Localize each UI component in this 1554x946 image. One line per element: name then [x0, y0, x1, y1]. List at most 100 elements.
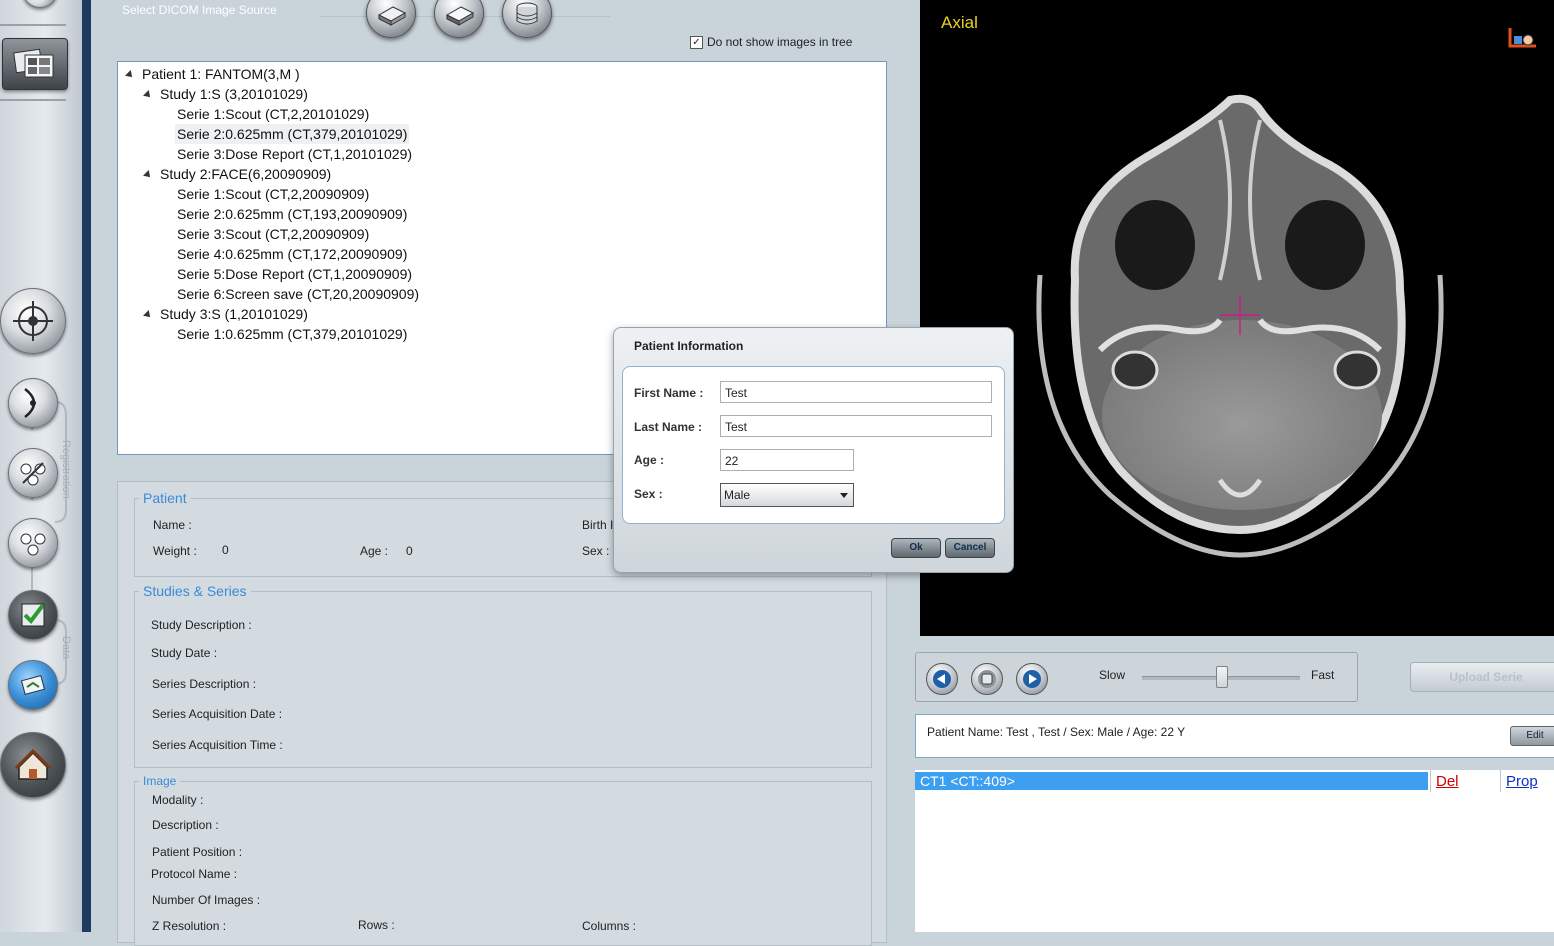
drive-icon: [445, 6, 475, 26]
chevron-down-icon: [840, 493, 848, 498]
series-icon: [20, 675, 46, 695]
description-label: Description :: [152, 818, 219, 832]
age-label: Age :: [634, 453, 664, 467]
patient-summary-text: Patient Name: Test , Test / Sex: Male / …: [927, 725, 1186, 739]
modality-label: Modality :: [152, 793, 204, 807]
study-description-label: Study Description :: [151, 618, 252, 632]
series-acquisition-time-label: Series Acquisition Time :: [152, 738, 283, 752]
protocol-name-label: Protocol Name :: [151, 867, 238, 881]
tree-series-node-selected[interactable]: Serie 2:0.625mm (CT,379,20101029): [175, 124, 410, 144]
tree-series-node[interactable]: Serie 3:Dose Report (CT,1,20101029): [177, 144, 412, 164]
tree-series-node[interactable]: Serie 4:0.625mm (CT,172,20090909): [177, 244, 407, 264]
hide-images-checkbox[interactable]: ✓: [690, 35, 703, 49]
delete-series-link[interactable]: Del: [1436, 773, 1459, 790]
speed-slider-thumb[interactable]: [1216, 666, 1228, 688]
target-button[interactable]: [0, 288, 66, 354]
toolbar-divider: [0, 24, 66, 26]
studies-series-legend: Studies & Series: [143, 583, 247, 599]
expand-triangle-icon[interactable]: [143, 170, 153, 181]
source-database-button[interactable]: [502, 0, 552, 38]
series-properties-link[interactable]: Prop: [1506, 773, 1538, 790]
upload-serie-button[interactable]: Upload Serie: [1410, 662, 1554, 692]
tree-study-node[interactable]: Study 1:S (3,20101029): [143, 84, 308, 104]
tree-study-node[interactable]: Study 3:S (1,20101029): [143, 304, 308, 324]
toolbar-divider: [0, 99, 66, 101]
expand-triangle-icon[interactable]: [125, 70, 135, 81]
weight-value: 0: [222, 543, 229, 557]
series-description-label: Series Description :: [152, 677, 257, 691]
source-folder-button[interactable]: [434, 0, 484, 38]
ct-scan-image: [1036, 94, 1444, 558]
tree-series-node[interactable]: Serie 2:0.625mm (CT,193,20090909): [177, 204, 407, 224]
hide-images-option[interactable]: ✓ Do not show images in tree: [690, 35, 852, 49]
left-toolbar: Registration Data: [0, 0, 82, 932]
points-icon: [20, 462, 46, 486]
study-date-label: Study Date :: [151, 646, 218, 660]
columns-label: Columns :: [582, 919, 637, 933]
dialog-title: Patient Information: [634, 339, 744, 353]
tree-series-node[interactable]: Serie 1:Scout (CT,2,20090909): [177, 184, 369, 204]
database-icon: [516, 2, 538, 25]
ok-button[interactable]: Ok: [891, 538, 941, 558]
stop-button[interactable]: [971, 663, 1003, 695]
rows-label: Rows :: [358, 918, 395, 932]
home-button[interactable]: [0, 732, 66, 798]
patient-sex-label: Sex :: [582, 544, 610, 558]
source-cd-button[interactable]: [366, 0, 416, 38]
first-name-label: First Name :: [634, 386, 704, 400]
patient-position-label: Patient Position :: [152, 845, 243, 859]
first-name-input[interactable]: Test: [720, 381, 992, 403]
sex-label: Sex :: [634, 487, 663, 501]
hide-images-label: Do not show images in tree: [707, 35, 853, 49]
data-series-button[interactable]: [8, 660, 58, 710]
home-icon: [14, 748, 52, 780]
curve-icon: [24, 388, 36, 418]
tree-study-node[interactable]: Study 2:FACE(6,20090909): [143, 164, 331, 184]
source-label: Select DICOM Image Source: [122, 3, 277, 17]
sex-select-value: Male: [724, 488, 751, 502]
orientation-icon: [1506, 24, 1544, 50]
patient-age-value: 0: [406, 544, 413, 558]
tree-series-node[interactable]: Serie 1:0.625mm (CT,379,20101029): [177, 324, 407, 344]
play-forward-icon: [1023, 670, 1041, 688]
edit-patient-button[interactable]: Edit: [1510, 726, 1554, 746]
weight-label: Weight :: [153, 544, 197, 558]
tree-patient-node[interactable]: Patient 1: FANTOM(3,M ): [125, 64, 300, 84]
last-name-label: Last Name :: [634, 420, 703, 434]
column-divider: [1430, 770, 1431, 792]
tree-series-node[interactable]: Serie 6:Screen save (CT,20,20090909): [177, 284, 419, 304]
last-name-input[interactable]: Test: [720, 415, 992, 437]
next-button[interactable]: [1016, 663, 1048, 695]
age-input[interactable]: 22: [720, 449, 854, 471]
series-row-selected[interactable]: CT1 <CT::409>: [915, 772, 1428, 790]
crosshair-icon: [13, 301, 53, 341]
play-backward-icon: [933, 670, 951, 688]
data-label: Data: [60, 636, 72, 660]
tree-series-node[interactable]: Serie 1:Scout (CT,2,20101029): [177, 104, 369, 124]
birth-label: Birth I: [582, 518, 614, 532]
stop-icon: [978, 670, 996, 688]
image-library-button[interactable]: [2, 38, 68, 90]
top-partial-button[interactable]: [22, 0, 58, 8]
z-resolution-label: Z Resolution :: [152, 919, 227, 933]
photos-icon: [13, 48, 54, 78]
previous-button[interactable]: [926, 663, 958, 695]
registration-step-1-button[interactable]: [8, 378, 58, 428]
data-check-button[interactable]: [8, 590, 58, 640]
toolbar-separator: [82, 0, 91, 932]
tree-series-node[interactable]: Serie 5:Dose Report (CT,1,20090909): [177, 264, 412, 284]
expand-triangle-icon[interactable]: [143, 90, 153, 101]
sex-select[interactable]: Male: [720, 483, 854, 507]
registration-step-3-button[interactable]: [8, 518, 58, 568]
disc-drive-icon: [377, 6, 407, 26]
image-legend: Image: [143, 774, 177, 788]
registration-step-2-button[interactable]: [8, 448, 58, 498]
image-group: Image: [134, 774, 872, 946]
points-icon: [20, 533, 46, 556]
patient-name-label: Name :: [153, 518, 192, 532]
axial-viewer[interactable]: [920, 0, 1554, 636]
cancel-button[interactable]: Cancel: [945, 538, 995, 558]
expand-triangle-icon[interactable]: [143, 310, 153, 321]
tree-series-node[interactable]: Serie 3:Scout (CT,2,20090909): [177, 224, 369, 244]
loaded-series-list: [915, 770, 1554, 932]
